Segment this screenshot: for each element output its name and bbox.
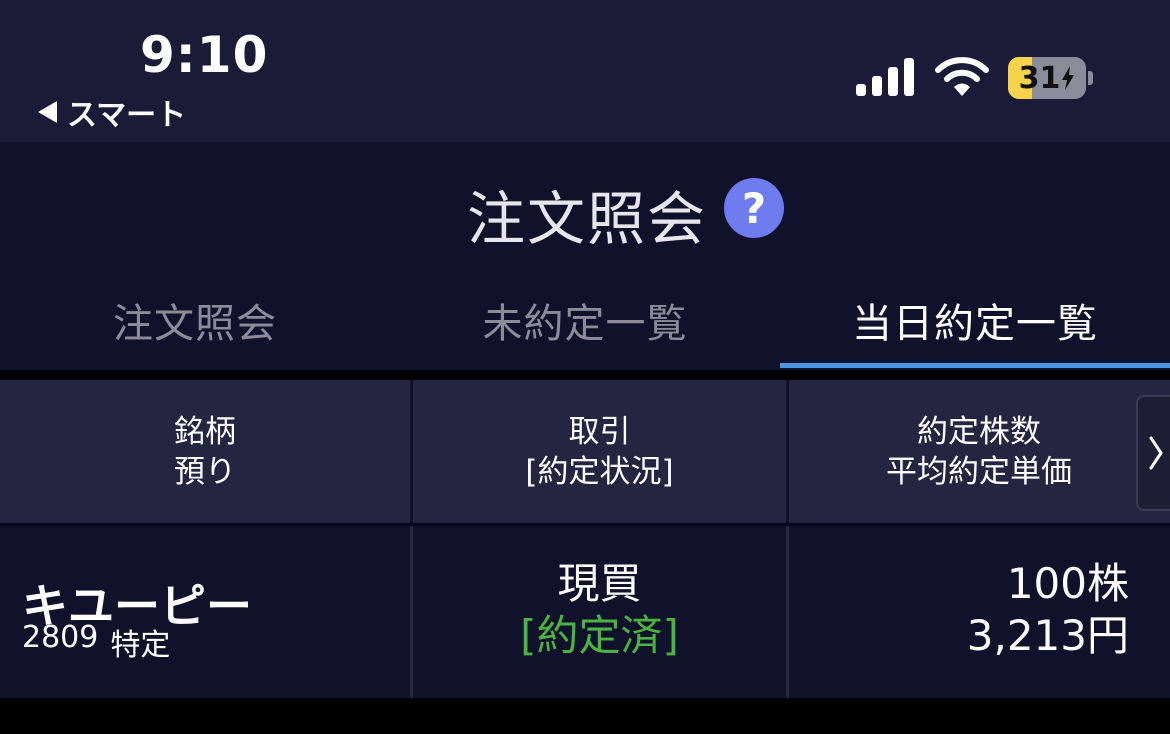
column-header-line2: [約定状況] — [525, 453, 674, 490]
back-triangle-icon — [38, 101, 57, 123]
account-type: 特定 — [110, 628, 171, 663]
wifi-icon — [935, 57, 989, 96]
trade-cell: 現買 [約定済] — [413, 558, 786, 662]
back-to-app-link[interactable]: スマート — [38, 92, 187, 133]
column-header-line2: 預り — [174, 453, 236, 490]
status-bar: 9:10 スマート 31 — [0, 0, 1170, 142]
scroll-right-button[interactable] — [1136, 395, 1170, 511]
page-title: 注文照会 — [467, 185, 708, 253]
tab-bar: 注文照会 未約定一覧 当日約定一覧 — [0, 270, 1170, 370]
page-header: 注文照会 ? 注文照会 未約定一覧 当日約定一覧 — [0, 142, 1170, 370]
question-mark-icon[interactable]: ? — [724, 178, 784, 238]
column-header-quantity: 約定株数 平均約定単価 — [789, 380, 1169, 523]
order-inquiry-screen: 9:10 スマート 31 注文照会 ? 注文照会 未約定一覧 当日約定一覧 銘柄… — [0, 0, 1170, 734]
tab-label: 注文照会 — [113, 301, 277, 347]
quantity-cell: 100株 3,213円 — [789, 558, 1129, 662]
bottom-area — [0, 698, 1170, 734]
tab-order-inquiry[interactable]: 注文照会 — [0, 270, 390, 370]
table-header: 銘柄 預り 取引 [約定状況] 約定株数 平均約定単価 — [0, 380, 1170, 523]
stock-code: 2809 — [22, 620, 99, 655]
status-time: 9:10 — [140, 26, 269, 84]
chevron-right-icon — [1149, 436, 1163, 470]
back-link-label: スマート — [67, 98, 187, 133]
battery-text: 31 — [1008, 57, 1086, 99]
battery-level: 31 — [1018, 60, 1061, 96]
cellular-signal-icon — [856, 58, 914, 96]
trade-type: 現買 — [557, 559, 642, 608]
tab-today-executions[interactable]: 当日約定一覧 — [780, 270, 1170, 370]
column-header-line1: 取引 — [568, 413, 631, 450]
battery-charging-icon: 31 — [1008, 57, 1094, 99]
executed-quantity: 100株 — [1006, 559, 1129, 608]
charging-bolt-icon — [1062, 66, 1075, 90]
tab-label: 当日約定一覧 — [852, 301, 1098, 347]
tab-unfilled-list[interactable]: 未約定一覧 — [390, 270, 780, 370]
table-row[interactable]: キユーピー 2809 特定 現買 [約定済] 100株 3,213円 — [0, 526, 1170, 698]
stock-meta: 2809 特定 — [22, 620, 170, 664]
tab-label: 未約定一覧 — [482, 301, 688, 347]
column-header-line1: 銘柄 — [174, 413, 236, 450]
column-header-line1: 約定株数 — [917, 413, 1041, 450]
battery-body: 31 — [1008, 57, 1086, 99]
column-header-trade: 取引 [約定状況] — [413, 380, 786, 523]
active-tab-indicator — [780, 363, 1170, 368]
column-header-stock: 銘柄 預り — [0, 380, 410, 523]
column-header-line2: 平均約定単価 — [886, 453, 1072, 490]
execution-status: [約定済] — [520, 611, 679, 660]
average-price: 3,213円 — [966, 611, 1129, 660]
battery-nub — [1088, 71, 1093, 85]
